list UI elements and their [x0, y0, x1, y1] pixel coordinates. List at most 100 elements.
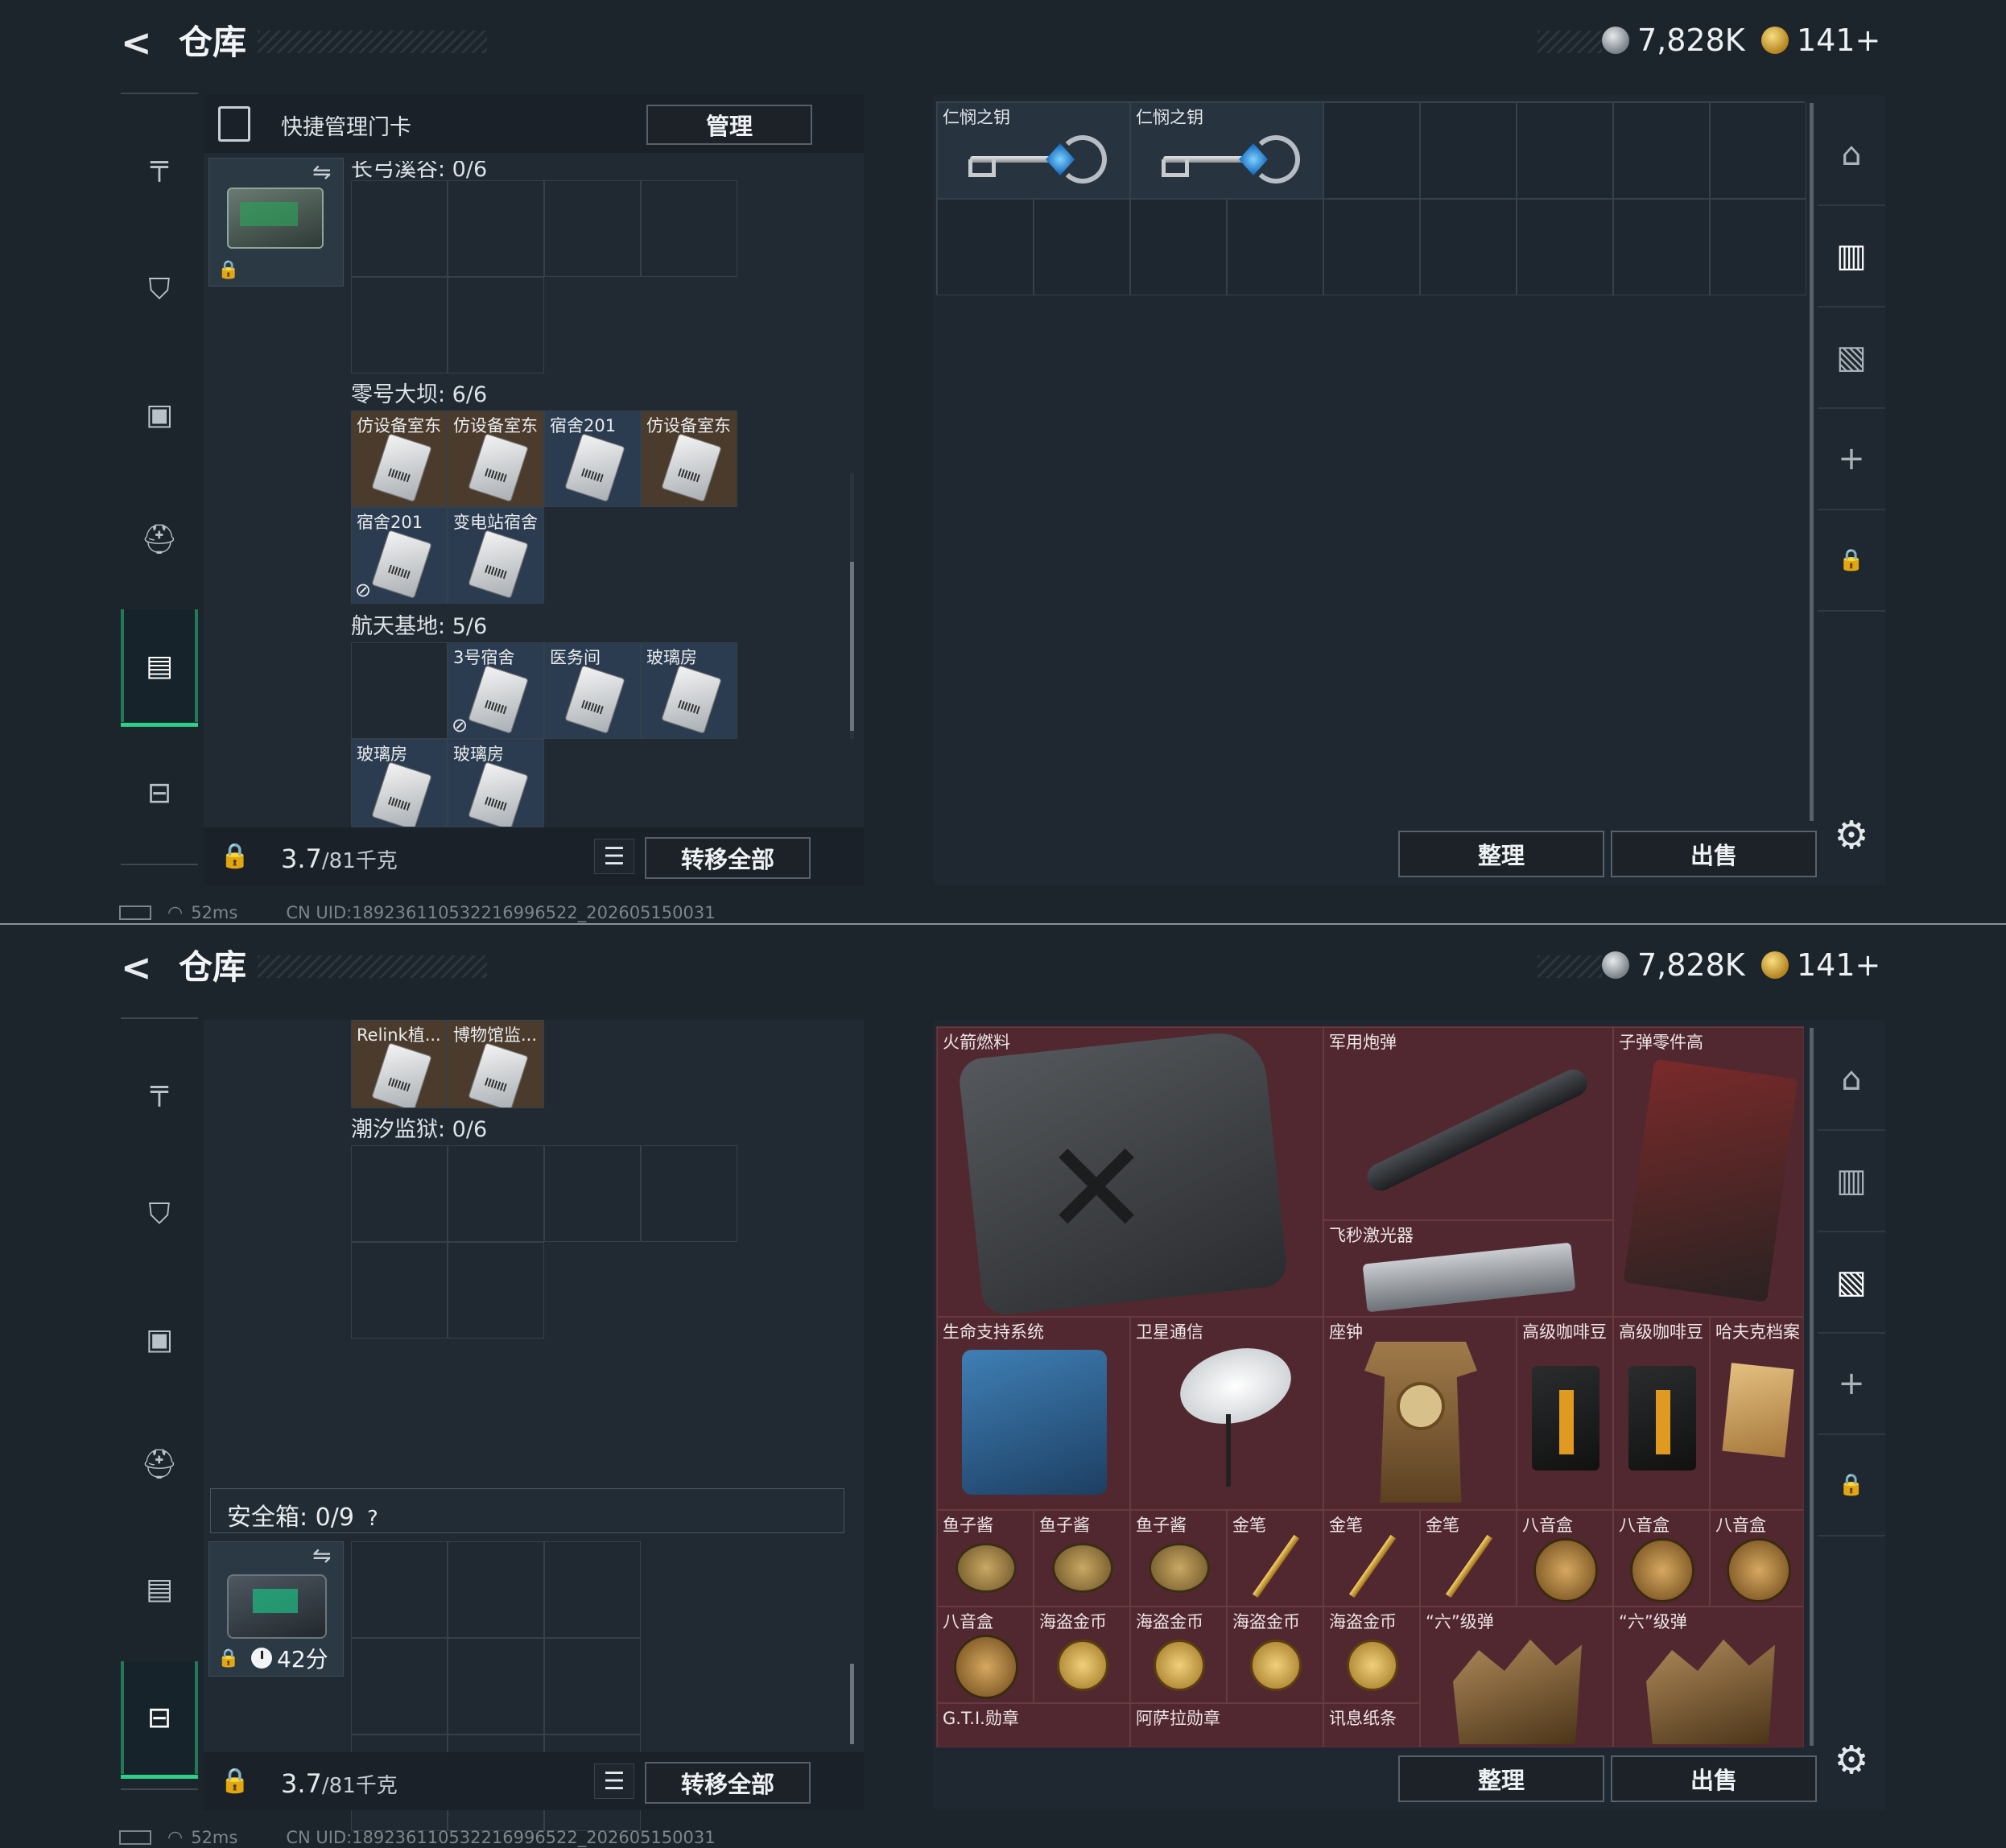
- loot-item-rocket-fuel[interactable]: 火箭燃料 ✕: [937, 1027, 1323, 1317]
- loot-item-caviar[interactable]: 鱼子酱: [1034, 1510, 1130, 1607]
- lock-icon[interactable]: 🔒: [220, 1767, 250, 1796]
- empty-slot[interactable]: [1034, 199, 1130, 295]
- loot-item-message-note[interactable]: 讯息纸条: [1323, 1703, 1420, 1747]
- empty-slot[interactable]: [1227, 199, 1323, 295]
- list-icon[interactable]: ☰: [594, 839, 634, 874]
- keycard-item[interactable]: 玻璃房: [351, 739, 448, 827]
- tab-storage-3[interactable]: ▧: [1818, 307, 1885, 409]
- empty-slot[interactable]: [1710, 199, 1806, 295]
- swap-icon[interactable]: ⇋: [312, 1542, 331, 1569]
- loot-item-asala-medal[interactable]: 阿萨拉勋章: [1130, 1703, 1323, 1747]
- loot-item-satellite-comm[interactable]: 卫星通信: [1130, 1317, 1323, 1510]
- loot-item-pirate-coin[interactable]: 海盗金币: [1130, 1607, 1227, 1703]
- keycard-item[interactable]: 仿设备室东: [351, 410, 448, 507]
- empty-slot[interactable]: [351, 277, 448, 373]
- empty-slot[interactable]: [641, 180, 737, 277]
- gear-icon[interactable]: ⚙: [1829, 813, 1874, 858]
- scrollbar-thumb[interactable]: [1810, 103, 1814, 821]
- loot-item-caviar[interactable]: 鱼子酱: [937, 1510, 1034, 1607]
- scrollbar-thumb[interactable]: [850, 562, 854, 731]
- loot-item-music-box[interactable]: 八音盒: [1517, 1510, 1613, 1607]
- storage-scrollbar[interactable]: [1810, 103, 1814, 821]
- empty-slot[interactable]: [937, 199, 1034, 295]
- empty-slot[interactable]: [1323, 199, 1420, 295]
- lock-icon[interactable]: 🔒: [220, 842, 250, 871]
- empty-slot[interactable]: [544, 1145, 641, 1242]
- tab-locked[interactable]: 🔒: [1818, 510, 1885, 612]
- nav-backpack[interactable]: ▣: [121, 1301, 198, 1378]
- loot-item-military-shell[interactable]: 军用炮弹: [1323, 1027, 1613, 1220]
- loot-item-gold-pen[interactable]: 金笔: [1323, 1510, 1420, 1607]
- empty-slot[interactable]: [448, 1145, 544, 1242]
- sell-button[interactable]: 出售: [1611, 831, 1817, 877]
- nav-backpack[interactable]: ▣: [121, 376, 198, 453]
- list-icon[interactable]: ☰: [594, 1763, 634, 1799]
- loot-item-bullet-parts[interactable]: 子弹零件高: [1613, 1027, 1803, 1317]
- loot-item-haavk-file[interactable]: 哈夫克档案: [1710, 1317, 1803, 1510]
- keycard-case-slot[interactable]: ⇋ 🔒: [208, 158, 344, 287]
- loot-item-level-six-ammo[interactable]: “六”级弹: [1420, 1607, 1613, 1747]
- empty-slot[interactable]: [1517, 199, 1613, 295]
- sell-button[interactable]: 出售: [1611, 1755, 1817, 1802]
- currency-gold[interactable]: 141+: [1761, 943, 1880, 988]
- key-item[interactable]: 仁悯之钥: [937, 102, 1130, 199]
- currency-silver[interactable]: 7,828K: [1602, 18, 1745, 63]
- loot-item-gti-medal[interactable]: G.T.I.勋章: [937, 1703, 1130, 1747]
- empty-slot[interactable]: [351, 1242, 448, 1339]
- keycard-item[interactable]: 宿舍201 ⊘: [351, 507, 448, 604]
- empty-slot[interactable]: [351, 180, 448, 277]
- nav-gun[interactable]: ╤: [121, 1051, 198, 1128]
- empty-slot[interactable]: [1613, 102, 1710, 199]
- nav-keycard[interactable]: ▤: [121, 609, 198, 727]
- tab-storage-1[interactable]: ⌂: [1818, 1029, 1885, 1131]
- loot-item-pirate-coin[interactable]: 海盗金币: [1227, 1607, 1323, 1703]
- loot-item-level-six-ammo[interactable]: “六”级弹: [1613, 1607, 1803, 1747]
- tab-storage-2[interactable]: ▥: [1818, 206, 1885, 307]
- back-arrow-icon[interactable]: <: [121, 947, 156, 988]
- swap-icon[interactable]: ⇋: [312, 159, 331, 185]
- empty-slot[interactable]: [448, 1541, 544, 1638]
- empty-slot[interactable]: [448, 1242, 544, 1339]
- keycard-item[interactable]: 宿舍201: [544, 410, 641, 507]
- tab-add[interactable]: +: [1818, 409, 1885, 510]
- empty-slot[interactable]: [641, 1145, 737, 1242]
- safebox-slot[interactable]: ⇋ 🔒 42分: [208, 1541, 344, 1677]
- empty-slot[interactable]: [351, 1541, 448, 1638]
- nav-keycard[interactable]: ▤: [121, 1550, 198, 1627]
- loot-item-coffee-beans[interactable]: 高级咖啡豆: [1613, 1317, 1710, 1510]
- loot-item-caviar[interactable]: 鱼子酱: [1130, 1510, 1227, 1607]
- sort-button[interactable]: 整理: [1398, 831, 1604, 877]
- keycard-item[interactable]: 博物馆监...: [448, 1020, 544, 1108]
- loot-item-pirate-coin[interactable]: 海盗金币: [1034, 1607, 1130, 1703]
- empty-slot[interactable]: [351, 1638, 448, 1735]
- transfer-all-button[interactable]: 转移全部: [645, 1762, 811, 1804]
- empty-slot[interactable]: [544, 1638, 641, 1735]
- loot-item-femtosecond-laser[interactable]: 飞秒激光器: [1323, 1220, 1613, 1317]
- nav-armor[interactable]: ⛉: [121, 251, 198, 328]
- empty-slot[interactable]: [351, 642, 448, 739]
- nav-helmet[interactable]: ⛑: [121, 1425, 198, 1503]
- nav-armor[interactable]: ⛉: [121, 1176, 198, 1253]
- tab-storage-2[interactable]: ▥: [1818, 1131, 1885, 1232]
- keycard-item[interactable]: 玻璃房: [448, 739, 544, 827]
- keycard-item[interactable]: 3号宿舍 ⊘: [448, 642, 544, 739]
- loot-item-music-box[interactable]: 八音盒: [1710, 1510, 1803, 1607]
- tab-locked[interactable]: 🔒: [1818, 1435, 1885, 1537]
- empty-slot[interactable]: [448, 180, 544, 277]
- currency-silver[interactable]: 7,828K: [1602, 943, 1745, 988]
- empty-slot[interactable]: [351, 1145, 448, 1242]
- empty-slot[interactable]: [448, 1638, 544, 1735]
- empty-slot[interactable]: [1420, 102, 1517, 199]
- keycard-item[interactable]: 仿设备室东: [641, 410, 737, 507]
- loot-item-table-clock[interactable]: 座钟: [1323, 1317, 1517, 1510]
- keycard-scrollbar[interactable]: [850, 473, 854, 739]
- tab-storage-3[interactable]: ▧: [1818, 1232, 1885, 1334]
- empty-slot[interactable]: [544, 1541, 641, 1638]
- keycard-item[interactable]: 变电站宿舍: [448, 507, 544, 604]
- keycard-item[interactable]: 玻璃房: [641, 642, 737, 739]
- keycard-item[interactable]: 医务间: [544, 642, 641, 739]
- empty-slot[interactable]: [1613, 199, 1710, 295]
- empty-slot[interactable]: [448, 277, 544, 373]
- safebox-scrollbar[interactable]: [850, 1664, 854, 1744]
- transfer-all-button[interactable]: 转移全部: [645, 837, 811, 879]
